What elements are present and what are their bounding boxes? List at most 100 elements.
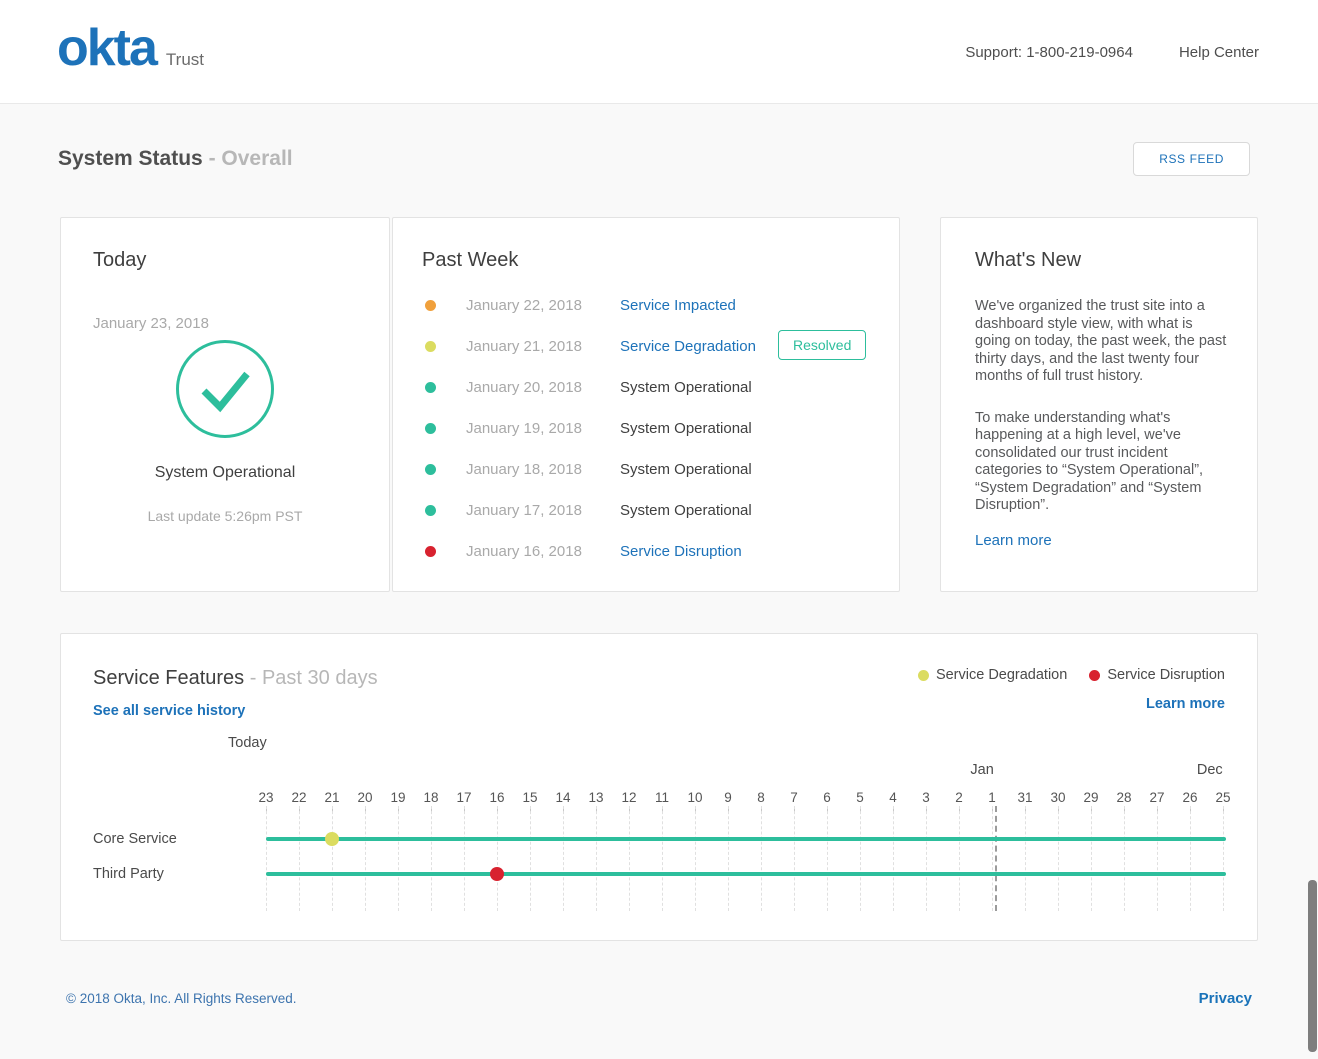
day-tick-label: 9 xyxy=(713,790,743,805)
whats-new-text: We've organized the trust site into a da… xyxy=(975,298,1231,515)
row-status-link[interactable]: Service Impacted xyxy=(620,297,736,314)
today-heading: Today xyxy=(93,248,146,272)
row-label-core-service: Core Service xyxy=(93,831,177,847)
month-label-dec: Dec xyxy=(1197,762,1223,778)
gridline xyxy=(497,806,498,911)
footer-copyright: © 2018 Okta, Inc. All Rights Reserved. xyxy=(66,991,297,1006)
day-tick-label: 5 xyxy=(845,790,875,805)
day-tick-label: 22 xyxy=(284,790,314,805)
okta-logo-text: okta xyxy=(57,18,156,78)
row-status: System Operational xyxy=(620,379,752,396)
gridline xyxy=(464,806,465,911)
month-label-jan: Jan xyxy=(970,762,993,778)
day-tick-label: 27 xyxy=(1142,790,1172,805)
top-header: okta Trust Support: 1-800-219-0964 Help … xyxy=(0,0,1318,104)
operational-status-dot xyxy=(425,382,436,393)
day-tick-label: 10 xyxy=(680,790,710,805)
incident-dot-degradation[interactable] xyxy=(325,832,339,846)
today-axis-label: Today xyxy=(228,735,267,751)
gridline xyxy=(1190,806,1191,911)
past-week-card: Past Week January 22, 2018Service Impact… xyxy=(392,217,900,592)
row-date: January 21, 2018 xyxy=(466,338,582,355)
day-tick-label: 25 xyxy=(1208,790,1238,805)
whats-new-heading: What's New xyxy=(975,248,1081,272)
row-date: January 16, 2018 xyxy=(466,543,582,560)
whats-new-card: What's New We've organized the trust sit… xyxy=(940,217,1258,592)
gridline xyxy=(794,806,795,911)
gridline xyxy=(1124,806,1125,911)
impacted-status-dot xyxy=(425,300,436,311)
gridline xyxy=(959,806,960,911)
privacy-link[interactable]: Privacy xyxy=(1199,990,1252,1007)
day-tick-label: 16 xyxy=(482,790,512,805)
gridline xyxy=(332,806,333,911)
rss-feed-button[interactable]: RSS FEED xyxy=(1133,142,1250,176)
incident-dot-disruption[interactable] xyxy=(490,867,504,881)
past-week-row: January 21, 2018 Service Degradation Resol… xyxy=(393,326,899,367)
day-tick-label: 1 xyxy=(977,790,1007,805)
gridline xyxy=(530,806,531,911)
support-phone: Support: 1-800-219-0964 xyxy=(965,44,1133,61)
day-tick-label: 30 xyxy=(1043,790,1073,805)
gridline xyxy=(563,806,564,911)
gridline xyxy=(662,806,663,911)
day-tick-label: 23 xyxy=(251,790,281,805)
row-status: System Operational xyxy=(620,420,752,437)
day-tick-label: 12 xyxy=(614,790,644,805)
operational-check-icon xyxy=(175,339,275,439)
past-week-row: January 19, 2018 System Operational xyxy=(393,408,899,449)
day-tick-label: 6 xyxy=(812,790,842,805)
gridline xyxy=(761,806,762,911)
gridline xyxy=(926,806,927,911)
day-tick-label: 15 xyxy=(515,790,545,805)
help-center-link[interactable]: Help Center xyxy=(1179,44,1259,61)
operational-status-dot xyxy=(425,464,436,475)
service-line-core-service xyxy=(266,837,1226,841)
whats-new-learn-more-link[interactable]: Learn more xyxy=(975,532,1052,549)
past-week-heading: Past Week xyxy=(422,248,518,272)
page-title: System Status - Overall xyxy=(58,147,293,171)
disruption-status-dot xyxy=(425,546,436,557)
day-tick-label: 3 xyxy=(911,790,941,805)
resolved-badge: Resolved xyxy=(778,330,866,360)
today-card: Today January 23, 2018 System Operationa… xyxy=(60,217,390,592)
day-tick-label: 11 xyxy=(647,790,677,805)
service-line-third-party xyxy=(266,872,1226,876)
header-links: Support: 1-800-219-0964 Help Center xyxy=(965,0,1259,104)
gridline xyxy=(1025,806,1026,911)
row-label-third-party: Third Party xyxy=(93,866,164,882)
row-status-link[interactable]: Service Degradation xyxy=(620,338,756,355)
gridline xyxy=(299,806,300,911)
timeline-chart: Today 2322212019181716151413121110987654… xyxy=(61,634,1257,940)
gridline xyxy=(365,806,366,911)
day-tick-label: 4 xyxy=(878,790,908,805)
day-tick-label: 28 xyxy=(1109,790,1139,805)
past-week-row: January 17, 2018System Operational xyxy=(393,490,899,531)
day-tick-label: 26 xyxy=(1175,790,1205,805)
okta-logo[interactable]: okta Trust xyxy=(57,18,204,78)
whats-new-paragraph-1: We've organized the trust site into a da… xyxy=(975,298,1231,386)
row-date: January 18, 2018 xyxy=(466,461,582,478)
past-week-row: January 16, 2018 Service Disruption xyxy=(393,531,899,572)
gridline xyxy=(629,806,630,911)
gridline xyxy=(266,806,267,911)
row-date: January 20, 2018 xyxy=(466,379,582,396)
day-tick-label: 19 xyxy=(383,790,413,805)
day-tick-label: 20 xyxy=(350,790,380,805)
trust-label: Trust xyxy=(166,50,204,70)
whats-new-paragraph-2: To make understanding what's happening a… xyxy=(975,410,1231,515)
past-week-list: January 22, 2018Service ImpactedJanuary … xyxy=(393,285,899,572)
row-status-link[interactable]: Service Disruption xyxy=(620,543,742,560)
row-date: January 19, 2018 xyxy=(466,420,582,437)
gridline xyxy=(728,806,729,911)
scrollbar-thumb[interactable] xyxy=(1308,880,1317,1052)
service-features-card: Service Features - Past 30 days Service … xyxy=(60,633,1258,941)
month-boundary-line xyxy=(995,806,997,911)
gridline xyxy=(1157,806,1158,911)
past-week-row: January 18, 2018System Operational xyxy=(393,449,899,490)
day-tick-label: 21 xyxy=(317,790,347,805)
degradation-status-dot xyxy=(425,341,436,352)
today-status: System Operational xyxy=(61,464,389,482)
page-title-sub: - Overall xyxy=(209,147,293,170)
row-status: System Operational xyxy=(620,502,752,519)
